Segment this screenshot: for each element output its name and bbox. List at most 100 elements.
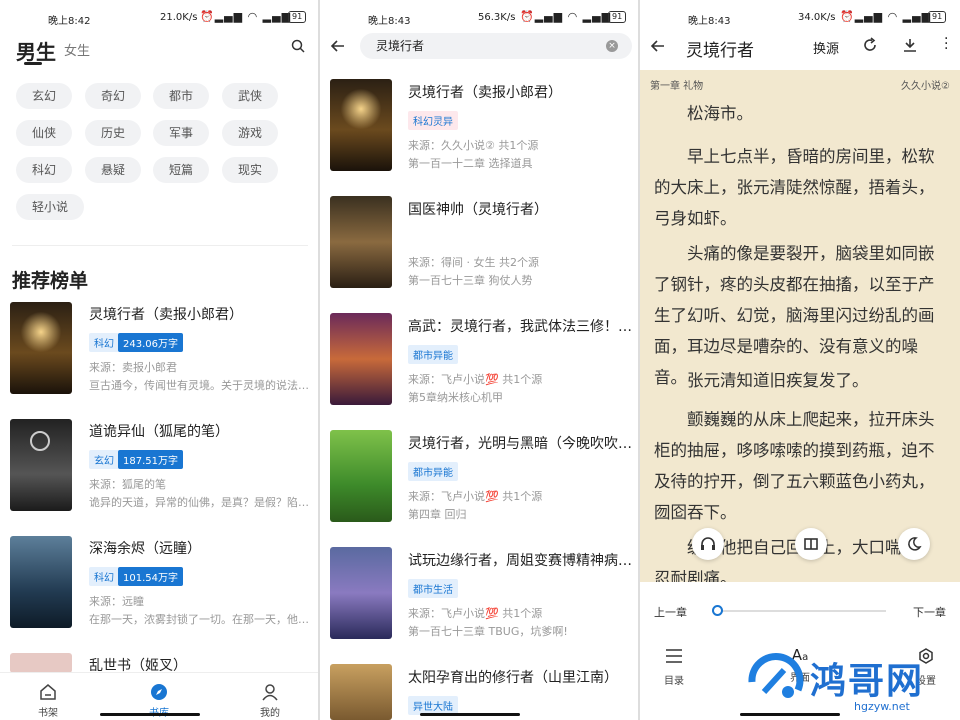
headphones-icon xyxy=(701,537,715,550)
book-title[interactable]: 灵境行者（卖报小郎君） xyxy=(89,304,309,324)
download-icon[interactable] xyxy=(902,37,918,53)
refresh-icon[interactable] xyxy=(862,37,878,53)
category-tag[interactable]: 历史 xyxy=(85,120,141,146)
status-bar: 晚上8:42 21.0K/s ⏰▂▄▆ ◠ ▂▄▆ 91 xyxy=(0,0,318,34)
book-cover[interactable] xyxy=(10,419,72,511)
home-indicator xyxy=(100,713,200,716)
tab-male[interactable]: 男生 xyxy=(16,36,56,65)
paragraph: 松海市。 xyxy=(687,104,753,123)
category-tag[interactable]: 游戏 xyxy=(222,120,278,146)
menu-icon xyxy=(666,649,682,663)
search-query: 灵境行者 xyxy=(376,39,425,53)
reader-screen: 晚上8:43 34.0K/s ⏰▂▄▆ ◠ ▂▄▆ 91 灵境行者 换源 · · ·… xyxy=(640,0,960,720)
category-tag[interactable]: 仙侠 xyxy=(16,120,72,146)
book-cover[interactable] xyxy=(330,664,392,720)
genre-badge: 都市生活 xyxy=(408,579,458,598)
book-source: 来源：狐尾的笔 xyxy=(89,478,166,491)
book-cover[interactable] xyxy=(10,302,72,394)
nav-label: 我的 xyxy=(260,708,280,719)
nav-bookshelf[interactable]: 书架 xyxy=(18,683,78,719)
nav-label: 书架 xyxy=(38,708,58,719)
clear-icon[interactable]: × xyxy=(606,40,618,52)
book-desc: 在那一天，浓雾封锁了一切。在那一天，他… xyxy=(89,613,309,626)
more-icon[interactable]: · · · xyxy=(944,32,948,56)
category-tag[interactable]: 都市 xyxy=(153,83,209,109)
category-tag[interactable]: 玄幻 xyxy=(16,83,72,109)
slider-knob[interactable] xyxy=(712,605,723,616)
chapter-progress-slider[interactable] xyxy=(712,605,886,616)
back-arrow-icon[interactable] xyxy=(650,38,666,54)
prev-chapter-button[interactable]: 上一章 xyxy=(654,604,687,620)
nav-profile[interactable]: 我的 xyxy=(240,683,300,719)
search-screen: 晚上8:43 56.3K/s ⏰▂▄▆ ◠ ▂▄▆ 91 灵境行者 × 灵境行者… xyxy=(320,0,638,720)
logo-icon xyxy=(748,653,804,698)
category-tag[interactable]: 奇幻 xyxy=(85,83,141,109)
category-tag[interactable]: 军事 xyxy=(153,120,209,146)
status-speed: 21.0K/s xyxy=(160,12,198,23)
signal-icons: ⏰▂▄▆ ◠ ▂▄▆ xyxy=(840,10,932,23)
home-icon xyxy=(40,684,56,700)
book-cover[interactable] xyxy=(10,536,72,628)
moon-icon xyxy=(908,537,922,551)
section-title: 推荐榜单 xyxy=(12,270,89,292)
status-speed: 56.3K/s xyxy=(478,12,516,23)
book-cover[interactable] xyxy=(330,547,392,639)
result-source: 来源：飞卢小说💯 共1个源 xyxy=(408,373,543,386)
word-count-badge: 101.54万字 xyxy=(118,567,183,586)
book-icon xyxy=(804,538,818,550)
next-chapter-button[interactable]: 下一章 xyxy=(913,604,946,620)
change-source-button[interactable]: 换源 xyxy=(813,38,839,57)
result-title[interactable]: 试玩边缘行者，周姐变赛博精神病 … xyxy=(408,550,634,570)
book-title: 灵境行者 xyxy=(686,41,754,61)
category-tag[interactable]: 轻小说 xyxy=(16,194,84,220)
chapter-source: 久久小说② xyxy=(901,81,950,92)
battery-icon: 91 xyxy=(288,11,307,23)
compass-icon xyxy=(151,684,167,700)
home-indicator xyxy=(420,713,520,716)
result-chapter: 第一百一十二章 选择道具 xyxy=(408,157,533,170)
genre-badge: 科幻 xyxy=(89,333,119,352)
paragraph: 早上七点半，昏暗的房间里，松软的大床上，张元清陡然惊醒，捂着头，弓身如虾。 xyxy=(654,147,935,228)
toc-button[interactable]: 目录 xyxy=(660,648,688,687)
status-time: 晚上8:42 xyxy=(48,16,91,27)
listen-button[interactable] xyxy=(692,528,724,560)
result-title[interactable]: 太阳孕育出的修行者（山里江南） xyxy=(408,667,634,687)
divider xyxy=(12,245,308,246)
result-source: 来源：得间 · 女生 共2个源 xyxy=(408,256,539,269)
book-cover[interactable] xyxy=(330,196,392,288)
search-input[interactable]: 灵境行者 × xyxy=(360,33,632,59)
book-cover[interactable] xyxy=(330,313,392,405)
book-cover[interactable] xyxy=(10,653,72,673)
book-desc: 亘古通今，传闻世有灵境。关于灵境的说法… xyxy=(89,379,309,392)
signal-icons: ⏰▂▄▆ ◠ ▂▄▆ xyxy=(520,10,612,23)
result-title[interactable]: 高武：灵境行者，我武体法三修！(… xyxy=(408,316,634,336)
search-icon[interactable] xyxy=(291,39,305,53)
genre-badge: 科幻灵异 xyxy=(408,111,458,130)
book-cover[interactable] xyxy=(330,430,392,522)
result-title[interactable]: 灵境行者，光明与黑暗（今晚吹吹风） xyxy=(408,433,634,453)
category-tag[interactable]: 科幻 xyxy=(16,157,72,183)
library-screen: 晚上8:42 21.0K/s ⏰▂▄▆ ◠ ▂▄▆ 91 男生 女生 玄幻 奇幻… xyxy=(0,0,318,720)
paragraph: 颤巍巍的从床上爬起来，拉开床头柜的抽屉，哆哆嗦嗦的摸到药瓶，迫不及待的拧开，倒了… xyxy=(654,410,935,522)
category-tag[interactable]: 短篇 xyxy=(153,157,209,183)
category-tag[interactable]: 悬疑 xyxy=(85,157,141,183)
night-mode-button[interactable] xyxy=(898,528,930,560)
result-source: 来源：久久小说② 共1个源 xyxy=(408,139,539,152)
result-title[interactable]: 国医神帅（灵境行者） xyxy=(408,199,634,219)
result-chapter: 第四章 回归 xyxy=(408,508,467,521)
category-tag[interactable]: 现实 xyxy=(222,157,278,183)
book-source: 来源：卖报小郎君 xyxy=(89,361,177,374)
watermark-url: hgzyw.net xyxy=(854,700,910,713)
category-tag[interactable]: 武侠 xyxy=(222,83,278,109)
genre-badge: 玄幻 xyxy=(89,450,119,469)
book-cover[interactable] xyxy=(330,79,392,171)
tab-female[interactable]: 女生 xyxy=(64,40,90,59)
book-title[interactable]: 深海余烬（远瞳） xyxy=(89,538,309,558)
watermark-text: 鸿哥网 xyxy=(810,661,925,702)
autopage-button[interactable] xyxy=(795,528,827,560)
back-arrow-icon[interactable] xyxy=(330,38,346,54)
book-title[interactable]: 道诡异仙（狐尾的笔） xyxy=(89,421,309,441)
result-title[interactable]: 灵境行者（卖报小郎君） xyxy=(408,82,634,102)
result-source: 来源：飞卢小说💯 共1个源 xyxy=(408,607,543,620)
book-desc: 诡异的天道，异常的仙佛，是真？是假？陷… xyxy=(89,496,309,509)
